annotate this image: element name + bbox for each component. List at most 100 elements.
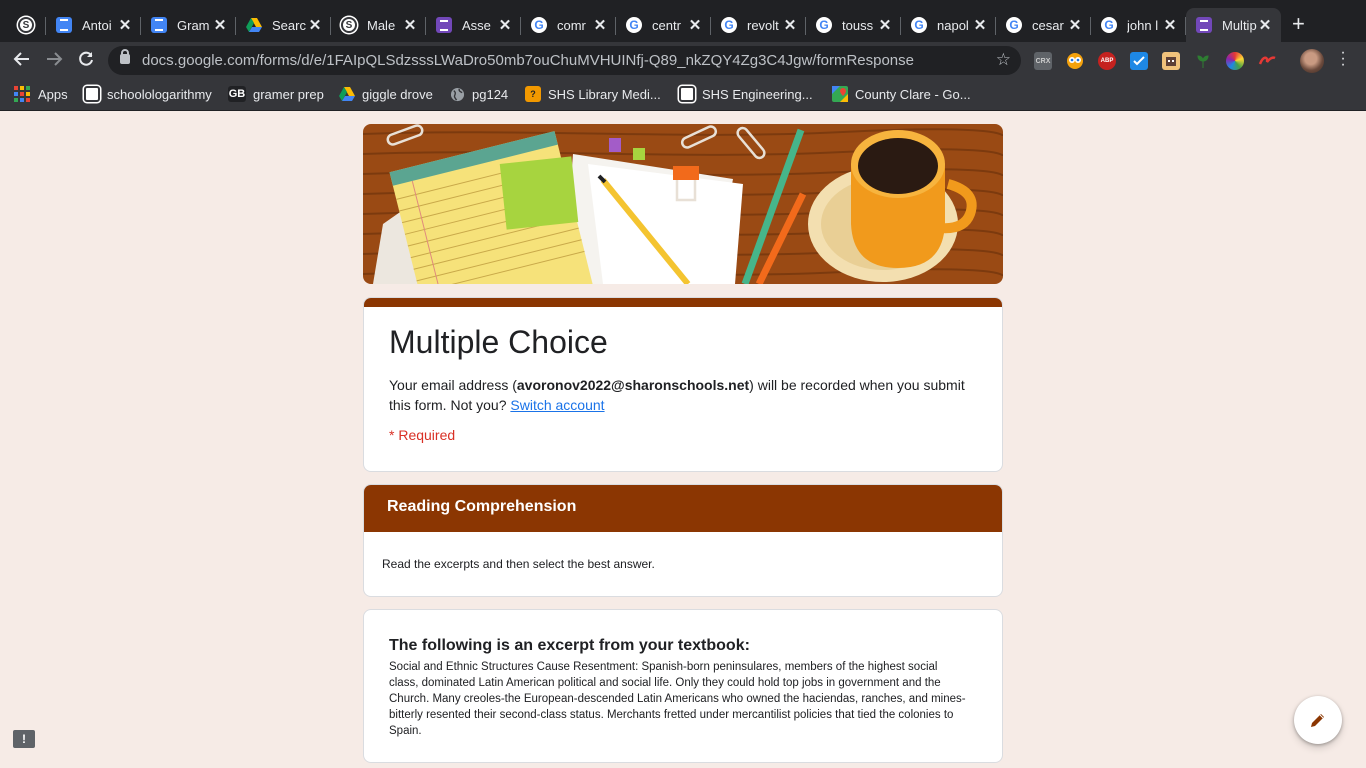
adblock-plus-icon[interactable]: ABP: [1098, 52, 1116, 70]
tab-5[interactable]: Asse ✕: [426, 8, 521, 42]
google-icon: G: [1006, 17, 1022, 33]
red-swoosh-extension-icon[interactable]: [1258, 52, 1276, 70]
tab-title: centr: [652, 17, 681, 33]
bookmark-label: gramer prep: [253, 86, 324, 102]
close-icon[interactable]: ✕: [592, 16, 608, 34]
library-icon: ?: [525, 86, 541, 102]
google-icon: G: [721, 17, 737, 33]
color-picker-extension-icon[interactable]: [1226, 52, 1244, 70]
report-issue-icon[interactable]: !: [13, 730, 35, 748]
form-title-card: Multiple Choice Your email address (avor…: [363, 297, 1003, 472]
tab-7[interactable]: G centr ✕: [616, 8, 711, 42]
close-icon[interactable]: ✕: [782, 16, 798, 34]
google-icon: G: [1101, 17, 1117, 33]
docs-icon: [56, 17, 72, 33]
tab-title: Gram: [177, 17, 210, 33]
forms-icon: [1196, 17, 1212, 33]
bookmark-label: Apps: [38, 86, 68, 102]
tab-strip: S Antoi ✕ Gram ✕ Searc ✕ S Male ✕ Asse ✕…: [0, 0, 1366, 42]
pencil-icon: [1311, 714, 1324, 727]
reload-button[interactable]: [75, 50, 97, 72]
bookmark-schoolologarithmy[interactable]: S schoolologarithmy: [84, 86, 212, 102]
tab-schoology[interactable]: S: [8, 8, 46, 42]
checkmark-extension-icon[interactable]: [1130, 52, 1148, 70]
google-icon: G: [626, 17, 642, 33]
tab-6[interactable]: G comr ✕: [521, 8, 616, 42]
back-button[interactable]: [11, 50, 33, 72]
tab-title: john l: [1127, 17, 1159, 33]
address-bar[interactable]: docs.google.com/forms/d/e/1FAIpQLSdzsssL…: [108, 46, 1021, 75]
theme-accent-bar: [364, 298, 1002, 307]
close-icon[interactable]: ✕: [1257, 16, 1273, 34]
schoology-icon: S: [84, 86, 100, 102]
plant-extension-icon[interactable]: [1194, 52, 1212, 70]
close-icon[interactable]: ✕: [117, 16, 133, 34]
bookmark-giggle-drove[interactable]: giggle drove: [339, 86, 433, 102]
google-icon: G: [816, 17, 832, 33]
bookmark-gramer-prep[interactable]: GB gramer prep: [228, 86, 324, 102]
email-address: avoronov2022@sharonschools.net: [516, 377, 750, 393]
tab-4[interactable]: S Male ✕: [331, 8, 426, 42]
tab-9[interactable]: G touss ✕: [806, 8, 901, 42]
tab-title: revolt: [747, 17, 779, 33]
box-extension-icon[interactable]: [1162, 52, 1180, 70]
google-icon: G: [531, 17, 547, 33]
section-header: Reading Comprehension: [364, 485, 1002, 532]
section-description: Read the excerpts and then select the be…: [382, 557, 655, 571]
close-icon[interactable]: ✕: [402, 16, 418, 34]
close-icon[interactable]: ✕: [307, 16, 323, 34]
arrow-left-icon: [13, 52, 29, 66]
bookmark-label: SHS Library Medi...: [548, 86, 661, 102]
tab-title: napol: [937, 17, 969, 33]
profile-avatar[interactable]: [1300, 49, 1324, 73]
tab-3[interactable]: Searc ✕: [236, 8, 331, 42]
close-icon[interactable]: ✕: [1162, 16, 1178, 34]
excerpt-body: Social and Ethnic Structures Cause Resen…: [389, 661, 966, 737]
schoology-icon: S: [341, 17, 357, 33]
section-title: Reading Comprehension: [387, 498, 577, 515]
close-icon[interactable]: ✕: [972, 16, 988, 34]
section-card: Reading Comprehension Read the excerpts …: [363, 484, 1003, 597]
switch-account-link[interactable]: Switch account: [510, 397, 604, 413]
drive-icon: [339, 86, 355, 102]
close-icon[interactable]: ✕: [497, 16, 513, 34]
tab-0[interactable]: Antoi ✕: [46, 8, 141, 42]
tab-10[interactable]: G napol ✕: [901, 8, 996, 42]
bookmark-label: SHS Engineering...: [702, 86, 813, 102]
tab-title: touss: [842, 17, 874, 33]
crx-extension-icon[interactable]: CRX: [1034, 52, 1052, 70]
bookmark-apps[interactable]: Apps: [14, 86, 68, 102]
forward-button[interactable]: [43, 50, 65, 72]
bookmark-shs-engineering[interactable]: S SHS Engineering...: [679, 86, 813, 102]
tab-11[interactable]: G cesar ✕: [996, 8, 1091, 42]
apps-grid-icon: [14, 86, 30, 102]
tab-title: cesar: [1032, 17, 1064, 33]
tab-12[interactable]: G john l ✕: [1091, 8, 1186, 42]
close-icon[interactable]: ✕: [1067, 16, 1083, 34]
url-text[interactable]: docs.google.com/forms/d/e/1FAIpQLSdzsssL…: [142, 52, 914, 69]
tab-title: comr: [557, 17, 586, 33]
menu-kebab-icon[interactable]: · · ·: [1338, 45, 1348, 73]
bookmark-pg124[interactable]: pg124: [449, 86, 508, 102]
close-icon[interactable]: ✕: [877, 16, 893, 34]
bookmark-star-icon[interactable]: ☆: [996, 50, 1011, 70]
close-icon[interactable]: ✕: [212, 16, 228, 34]
browser-toolbar: docs.google.com/forms/d/e/1FAIpQLSdzsssL…: [0, 42, 1366, 79]
bookmark-label: giggle drove: [362, 86, 433, 102]
tab-8[interactable]: G revolt ✕: [711, 8, 806, 42]
owl-extension-icon[interactable]: [1066, 52, 1084, 70]
bookmark-label: pg124: [472, 86, 509, 102]
tab-1[interactable]: Gram ✕: [141, 8, 236, 42]
tab-title: Antoi: [82, 17, 112, 33]
close-icon[interactable]: ✕: [687, 16, 703, 34]
tab-13-active[interactable]: Multip ✕: [1186, 8, 1281, 42]
bookmark-shs-library[interactable]: ? SHS Library Medi...: [525, 86, 661, 102]
schoology-icon: S: [679, 86, 695, 102]
tab-title: Multip: [1222, 17, 1257, 33]
edit-fab-button[interactable]: [1294, 696, 1342, 744]
gb-icon: GB: [228, 86, 246, 102]
bookmark-county-clare[interactable]: County Clare - Go...: [832, 86, 971, 102]
form-title: Multiple Choice: [389, 324, 608, 360]
tab-title: Asse: [462, 17, 491, 33]
new-tab-button[interactable]: +: [1292, 12, 1305, 36]
